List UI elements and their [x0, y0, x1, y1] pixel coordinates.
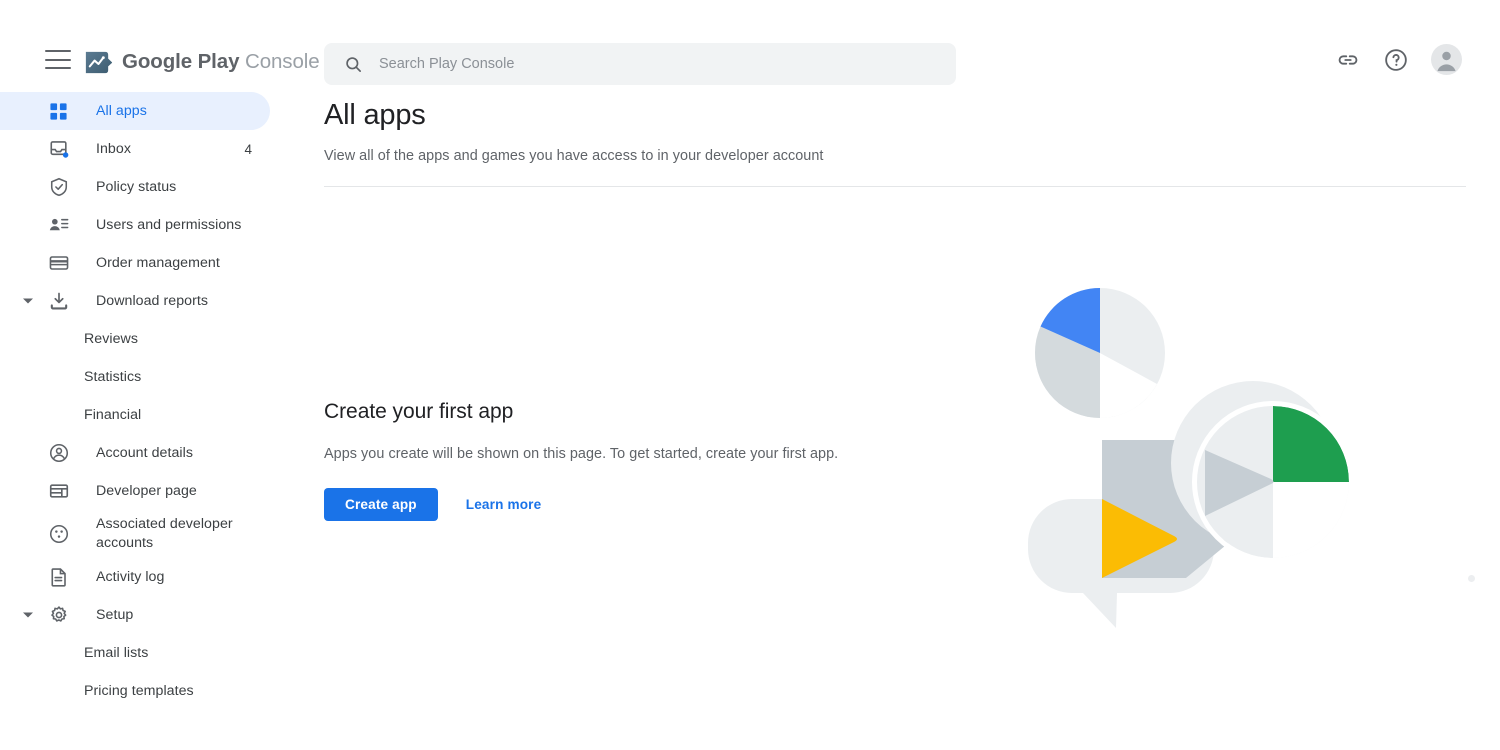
top-bar: Google Play Console — [0, 0, 1500, 98]
sidebar-item-label: Email lists — [84, 644, 148, 662]
brand-logo-and-title[interactable]: Google Play Console — [82, 44, 320, 80]
page-title: All apps — [324, 98, 1500, 133]
chevron-down-icon[interactable] — [23, 299, 33, 304]
search-icon — [344, 55, 363, 74]
grid-apps-icon — [48, 101, 69, 122]
learn-more-link[interactable]: Learn more — [454, 497, 554, 512]
sidebar-item-all-apps[interactable]: All apps — [0, 92, 270, 130]
create-app-button[interactable]: Create app — [324, 488, 438, 521]
sidebar-item-pricing-templates[interactable]: Pricing templates — [0, 672, 270, 710]
shield-check-icon — [48, 177, 69, 198]
hamburger-menu-icon[interactable] — [45, 50, 71, 69]
sidebar-item-activity-log[interactable]: Activity log — [0, 558, 270, 596]
sidebar-item-reviews[interactable]: Reviews — [0, 320, 270, 358]
hamburger-line — [45, 59, 71, 61]
sidebar-item-label: Activity log — [96, 568, 164, 586]
person-icon — [1431, 44, 1462, 75]
sidebar-item-download-reports[interactable]: Download reports — [0, 282, 270, 320]
play-console-empty-state-illustration — [1010, 288, 1360, 633]
credit-card-icon — [48, 253, 69, 274]
illustration-svg — [1010, 288, 1360, 633]
play-console-window: Google Play Console — [0, 0, 1500, 750]
users-permissions-icon — [48, 215, 69, 236]
inbox-icon — [48, 139, 69, 160]
brand-title-bold: Google Play — [122, 50, 239, 73]
empty-state-description: Apps you create will be shown on this pa… — [324, 446, 924, 462]
sidebar-item-label: Account details — [96, 444, 193, 462]
page-subtitle: View all of the apps and games you have … — [324, 148, 1500, 164]
sidebar-item-setup[interactable]: Setup — [0, 596, 270, 634]
sidebar-item-label: Download reports — [96, 292, 208, 310]
sidebar-item-label: Policy status — [96, 178, 176, 196]
sidebar-item-label: Financial — [84, 406, 141, 424]
link-icon[interactable] — [1335, 47, 1361, 73]
empty-state-title: Create your first app — [324, 400, 924, 424]
empty-state-block: Create your first app Apps you create wi… — [324, 400, 924, 521]
sidebar-item-inbox[interactable]: Inbox 4 — [0, 130, 270, 168]
sidebar-item-developer-page[interactable]: Developer page — [0, 472, 270, 510]
hamburger-line — [45, 67, 71, 69]
top-bar-actions — [1335, 44, 1462, 75]
blue-pie-chart — [1035, 288, 1165, 418]
sidebar-item-label: Developer page — [96, 482, 197, 500]
sidebar-item-label: Setup — [96, 606, 133, 624]
sidebar-item-label: Reviews — [84, 330, 138, 348]
associated-accounts-icon — [48, 524, 69, 545]
account-avatar[interactable] — [1431, 44, 1462, 75]
inbox-badge-count: 4 — [244, 142, 252, 157]
sidebar-item-label: Associated developer accounts — [96, 515, 270, 553]
header-divider — [324, 186, 1466, 187]
gear-icon — [48, 605, 69, 626]
sidebar-item-label: Statistics — [84, 368, 141, 386]
brand-title-light: Console — [245, 50, 320, 73]
green-pie-chart-wedges — [1197, 406, 1349, 558]
chevron-down-icon[interactable] — [23, 613, 33, 618]
main-content: All apps View all of the apps and games … — [324, 98, 1500, 187]
sidebar-item-statistics[interactable]: Statistics — [0, 358, 270, 396]
sidebar-item-account-details[interactable]: Account details — [0, 434, 270, 472]
sidebar-item-policy-status[interactable]: Policy status — [0, 168, 270, 206]
hamburger-line — [45, 50, 71, 52]
sidebar-item-users-and-permissions[interactable]: Users and permissions — [0, 206, 270, 244]
account-circle-icon — [48, 443, 69, 464]
sidebar-item-financial[interactable]: Financial — [0, 396, 270, 434]
developer-page-icon — [48, 481, 69, 502]
play-console-logo-icon — [82, 47, 113, 78]
empty-state-actions: Create app Learn more — [324, 488, 924, 521]
sidebar-item-order-management[interactable]: Order management — [0, 244, 270, 282]
sidebar-item-label: Inbox — [96, 140, 131, 158]
document-icon — [48, 567, 69, 588]
decorative-dot — [1468, 575, 1475, 582]
sidebar-navigation: All apps Inbox 4 Policy status — [0, 92, 300, 750]
sidebar-item-label: Pricing templates — [84, 682, 194, 700]
sidebar-item-label: All apps — [96, 102, 147, 120]
sidebar-item-email-lists[interactable]: Email lists — [0, 634, 270, 672]
sidebar-item-label: Users and permissions — [96, 216, 241, 234]
search-bar[interactable] — [324, 43, 956, 85]
search-input[interactable] — [379, 44, 899, 84]
download-icon — [48, 291, 69, 312]
help-icon[interactable] — [1383, 47, 1409, 73]
brand-title: Google Play Console — [122, 50, 320, 74]
sidebar-item-associated-developer-accounts[interactable]: Associated developer accounts — [0, 510, 270, 558]
sidebar-item-label: Order management — [96, 254, 220, 272]
